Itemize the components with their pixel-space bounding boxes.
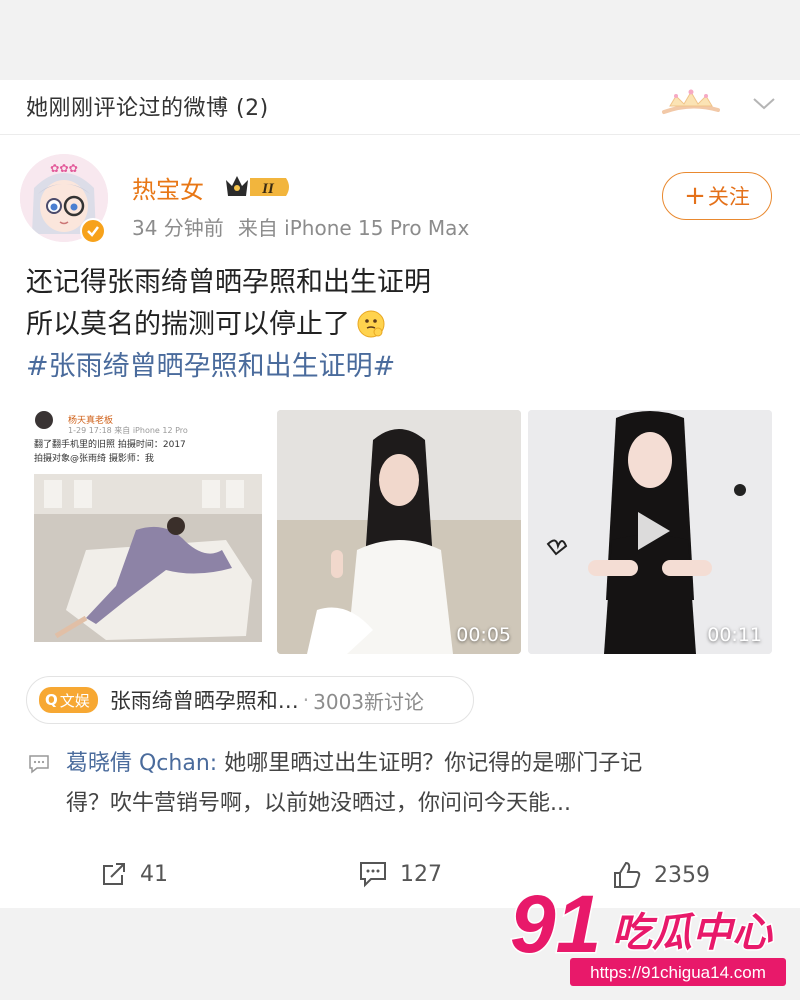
screenshot-caption-line-2: 拍摄对象@张雨绮 摄影师：我 (34, 454, 154, 464)
repost-count: 41 (140, 861, 168, 887)
watermark-url: https://91chigua14.com (590, 963, 766, 982)
post-text-line: 还记得张雨绮曾晒孕照和出生证明 (26, 267, 431, 298)
screenshot-caption-line: 翻了翻手机里的旧照 拍摄时间：2017 (34, 440, 186, 450)
comment-author[interactable]: 葛晓倩 Qchan: (66, 751, 217, 776)
post-time: 34 分钟前 (132, 216, 224, 240)
video-duration: 00:11 (707, 624, 762, 646)
topic-category-label: 文娱 (59, 691, 90, 710)
plus-icon: + (684, 181, 706, 211)
svg-text:✿✿✿: ✿✿✿ (50, 163, 78, 175)
media-thumbnail-video-2[interactable]: 00:11 (528, 410, 772, 654)
site-watermark-logo: 91 吃瓜中心 https://91chigua14.com (509, 880, 786, 986)
watermark-digits: 91 (510, 880, 601, 970)
author-name[interactable]: 热宝女 (132, 170, 204, 205)
media-thumbnail-video-1[interactable]: 00:05 (277, 410, 521, 654)
repost-icon (103, 863, 125, 885)
post-source: 来自 iPhone 15 Pro Max (237, 216, 470, 240)
verified-badge-icon (80, 218, 106, 244)
section-header[interactable]: 她刚刚评论过的微博 (2) (0, 80, 800, 135)
video-frame-image (277, 410, 521, 654)
thinking-emoji-icon (357, 310, 385, 338)
video-duration: 00:05 (456, 624, 511, 646)
comment-text-line-2: 得？吹牛营销号啊，以前她没晒过，你问问今天能... (66, 791, 571, 816)
comment-line-1: 葛晓倩 Qchan: 她哪里晒过出生证明？你记得的是哪门子记 (66, 744, 756, 784)
repost-button[interactable]: 41 (100, 860, 168, 888)
comment-text: 她哪里晒过出生证明？你记得的是哪门子记 (224, 751, 643, 776)
crown-decoration-icon (662, 89, 720, 114)
topic-chip[interactable]: Q 文娱 张雨绮曾晒孕照和… · 3003新讨论 (26, 676, 474, 724)
section-title: 她刚刚评论过的微博 (2) (26, 96, 269, 121)
chevron-down-icon[interactable] (752, 94, 776, 112)
post-text-line: 所以莫名的揣测可以停止了 (26, 309, 350, 340)
media-thumbnail-screenshot[interactable]: 杨天真老板 1-29 17:18 来自 iPhone 12 Pro 翻了翻手机里… (26, 410, 266, 654)
weibo-card: 她刚刚评论过的微博 (2) ✿✿✿ 热宝女 II 34 分钟前 来自 iPhon… (0, 80, 800, 908)
screenshot-time: 1-29 17:18 来自 iPhone 12 Pro (68, 426, 188, 435)
post-text-line-2: 所以莫名的揣测可以停止了 (26, 304, 431, 346)
comment-count: 127 (400, 861, 442, 887)
post-meta: 34 分钟前 来自 iPhone 15 Pro Max (132, 212, 469, 241)
watermark-brand-text: 吃瓜中心 (612, 910, 773, 956)
follow-label: 关注 (707, 185, 750, 209)
hashtag-link[interactable]: #张雨绮曾晒孕照和出生证明# (26, 346, 431, 388)
comment-button[interactable]: 127 (358, 860, 442, 888)
play-icon[interactable] (628, 508, 674, 554)
comment-icon (360, 862, 386, 888)
follow-button[interactable]: + 关注 (662, 172, 772, 220)
topic-title: 张雨绮曾晒孕照和… (109, 689, 299, 713)
post-text: 还记得张雨绮曾晒孕照和出生证明 所以莫名的揣测可以停止了 #张雨绮曾晒孕照和出生… (26, 262, 431, 388)
level-crown-badge-icon: II (226, 176, 289, 197)
comment-preview[interactable]: 葛晓倩 Qchan: 她哪里晒过出生证明？你记得的是哪门子记 得？吹牛营销号啊，… (66, 744, 756, 824)
comment-bubble-icon (29, 755, 49, 774)
search-icon: Q (45, 691, 58, 709)
separator-dot: · (302, 688, 310, 712)
level-badge-text: II (261, 181, 275, 197)
topic-category-tag: Q 文娱 (39, 687, 98, 713)
screenshot-caption: 翻了翻手机里的旧照 拍摄时间：2017 拍摄对象@张雨绮 摄影师：我 (34, 438, 186, 466)
topic-discussion-count: 3003新讨论 (313, 689, 425, 714)
top-spacer (0, 0, 800, 80)
